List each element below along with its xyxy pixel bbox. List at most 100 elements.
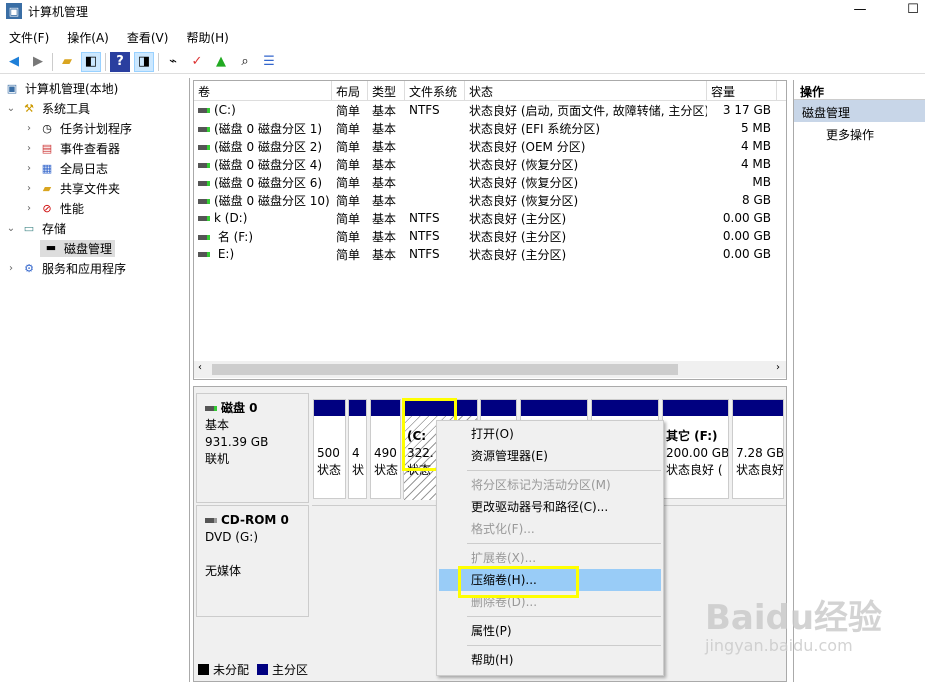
back-icon[interactable]: ◀ <box>4 52 24 72</box>
table-row[interactable]: (磁盘 0 磁盘分区 6) 简单 基本 状态良好 (恢复分区) MB <box>194 173 786 191</box>
partition-text: 7.28 GB <box>736 446 783 460</box>
tree-performance[interactable]: › ⊘ 性能 <box>0 198 189 218</box>
scroll-left-icon[interactable]: ‹ <box>198 362 202 373</box>
cell-text: 状态良好 (恢复分区) <box>469 175 579 190</box>
menu-view[interactable]: 查看(V) <box>118 26 178 48</box>
col-filesystem[interactable]: 文件系统 <box>405 81 465 100</box>
scroll-thumb[interactable] <box>212 364 678 375</box>
tree-system-tools[interactable]: ⌄ ⚒ 系统工具 <box>0 98 189 118</box>
partition-block[interactable]: 其它 (F:) 200.00 GB 状态良好 ( <box>662 399 729 499</box>
cell-text: 简单 <box>336 103 361 118</box>
chevron-right-icon[interactable]: › <box>24 143 34 154</box>
cell-text: NTFS <box>409 229 440 243</box>
show-tree-icon[interactable]: ◧ <box>81 51 101 72</box>
chevron-right-icon[interactable]: › <box>24 123 34 134</box>
menu-properties[interactable]: 属性(P) <box>439 620 661 642</box>
partition-text: 200.00 GB <box>666 446 728 460</box>
table-row[interactable]: k (D:) 简单 基本 NTFS 状态良好 (主分区) 0.00 GB <box>194 209 786 227</box>
chevron-right-icon[interactable]: › <box>24 183 34 194</box>
menu-help[interactable]: 帮助(H) <box>439 649 661 671</box>
tree-label: 事件查看器 <box>60 141 121 156</box>
scroll-right-icon[interactable]: › <box>776 362 780 373</box>
partition-info: 4状 <box>349 416 366 500</box>
cell-text: 名 (F:) <box>214 229 254 244</box>
volume-icon <box>198 216 210 221</box>
menu-action[interactable]: 操作(A) <box>58 26 118 48</box>
more-actions[interactable]: 更多操作 <box>794 122 925 143</box>
minimize-button[interactable]: — <box>845 0 875 22</box>
tree-services[interactable]: › ⚙ 服务和应用程序 <box>0 258 189 278</box>
partition-text: 状态良好 <box>736 463 783 477</box>
table-row[interactable]: (磁盘 0 磁盘分区 10) 简单 基本 状态良好 (恢复分区) 8 GB <box>194 191 786 209</box>
table-cell: NTFS <box>405 211 465 225</box>
menu-help[interactable]: 帮助(H) <box>177 26 237 48</box>
forward-icon[interactable]: ▶ <box>28 52 48 72</box>
menu-file[interactable]: 文件(F) <box>0 26 58 48</box>
chevron-right-icon[interactable]: › <box>6 263 16 274</box>
chevron-right-icon[interactable]: › <box>24 203 34 214</box>
disk0-label[interactable]: 磁盘 0 基本 931.39 GB 联机 <box>196 393 309 503</box>
col-layout[interactable]: 布局 <box>332 81 368 100</box>
event-viewer-icon: ▤ <box>41 141 53 155</box>
table-cell: NTFS <box>405 229 465 243</box>
tree-disk-management[interactable]: ▬ 磁盘管理 <box>0 238 189 258</box>
table-cell: 状态良好 (EFI 系统分区) <box>465 120 707 137</box>
maximize-button[interactable]: ☐ <box>898 0 925 22</box>
menu-separator <box>467 470 661 471</box>
volume-icon <box>198 162 210 168</box>
disk-icon: ▬ <box>45 241 57 254</box>
horizontal-scrollbar[interactable]: ‹ › <box>194 361 786 378</box>
tree-global-log[interactable]: › ▦ 全局日志 <box>0 158 189 178</box>
chevron-down-icon[interactable]: ⌄ <box>6 223 16 234</box>
table-row[interactable]: (磁盘 0 磁盘分区 4) 简单 基本 状态良好 (恢复分区) 4 MB <box>194 155 786 173</box>
partition-bar <box>663 400 728 416</box>
chevron-right-icon[interactable]: › <box>24 163 34 174</box>
table-row[interactable]: (C:) 简单 基本 NTFS 状态良好 (启动, 页面文件, 故障转储, 主分区) 3 … <box>194 101 786 119</box>
partition-block[interactable]: 7.28 GB 状态良好 <box>732 399 784 499</box>
chevron-down-icon[interactable]: ⌄ <box>6 103 16 114</box>
partition-block[interactable]: 500 状态 <box>313 399 346 499</box>
show-action-icon[interactable]: ◨ <box>134 51 154 72</box>
folder-up-icon[interactable]: ▲ <box>211 52 231 72</box>
cdrom-label[interactable]: CD-ROM 0 DVD (G:) 无媒体 <box>196 505 309 617</box>
log-icon: ▦ <box>41 161 53 175</box>
menu-explorer[interactable]: 资源管理器(E) <box>439 445 661 467</box>
col-capacity[interactable]: 容量 <box>707 81 777 100</box>
menu-separator <box>467 616 661 617</box>
table-row[interactable]: (磁盘 0 磁盘分区 2) 简单 基本 状态良好 (OEM 分区) 4 MB <box>194 137 786 155</box>
cell-text: 基本 <box>372 157 397 172</box>
tree-storage[interactable]: ⌄ ▭ 存储 <box>0 218 189 238</box>
menu-separator <box>467 543 661 544</box>
col-volume[interactable]: 卷 <box>194 81 332 100</box>
partition-text: 状态 <box>374 463 399 477</box>
col-type[interactable]: 类型 <box>368 81 405 100</box>
table-cell: E:) <box>194 247 332 261</box>
tree-label: 性能 <box>60 201 85 216</box>
menu-change-letter[interactable]: 更改驱动器号和路径(C)... <box>439 496 661 518</box>
table-cell: 基本 <box>368 120 405 137</box>
search-folder-icon[interactable]: ⌕ <box>235 52 255 72</box>
table-cell: 4 MB <box>707 157 777 171</box>
actions-section[interactable]: 磁盘管理 <box>794 100 925 122</box>
cell-text: 简单 <box>336 121 361 136</box>
partition-block[interactable]: 4状 <box>348 399 367 499</box>
check-icon[interactable]: ✓ <box>187 52 207 72</box>
up-folder-icon[interactable]: ▰ <box>57 52 77 72</box>
tree-root[interactable]: ▣ 计算机管理(本地) <box>0 78 189 98</box>
tree-task-scheduler[interactable]: › ◷ 任务计划程序 <box>0 118 189 138</box>
properties-list-icon[interactable]: ☰ <box>259 52 279 72</box>
connect-icon[interactable]: ⌁ <box>163 52 183 72</box>
table-row[interactable]: 名 (F:) 简单 基本 NTFS 状态良好 (主分区) 0.00 GB <box>194 227 786 245</box>
tree-event-viewer[interactable]: › ▤ 事件查看器 <box>0 138 189 158</box>
help-icon[interactable]: ? <box>110 51 130 72</box>
partition-text: 490 <box>374 446 397 460</box>
col-status[interactable]: 状态 <box>465 81 707 100</box>
cdrom-drive: DVD (G:) <box>205 530 258 544</box>
tree-shared-folders[interactable]: › ▰ 共享文件夹 <box>0 178 189 198</box>
table-row[interactable]: (磁盘 0 磁盘分区 1) 简单 基本 状态良好 (EFI 系统分区) 5 MB <box>194 119 786 137</box>
menu-open[interactable]: 打开(O) <box>439 423 661 445</box>
legend-swatch-unallocated <box>198 664 209 675</box>
partition-text: 其它 (F:) <box>666 429 718 443</box>
partition-block[interactable]: 490 状态 <box>370 399 401 499</box>
table-row[interactable]: E:) 简单 基本 NTFS 状态良好 (主分区) 0.00 GB <box>194 245 786 263</box>
